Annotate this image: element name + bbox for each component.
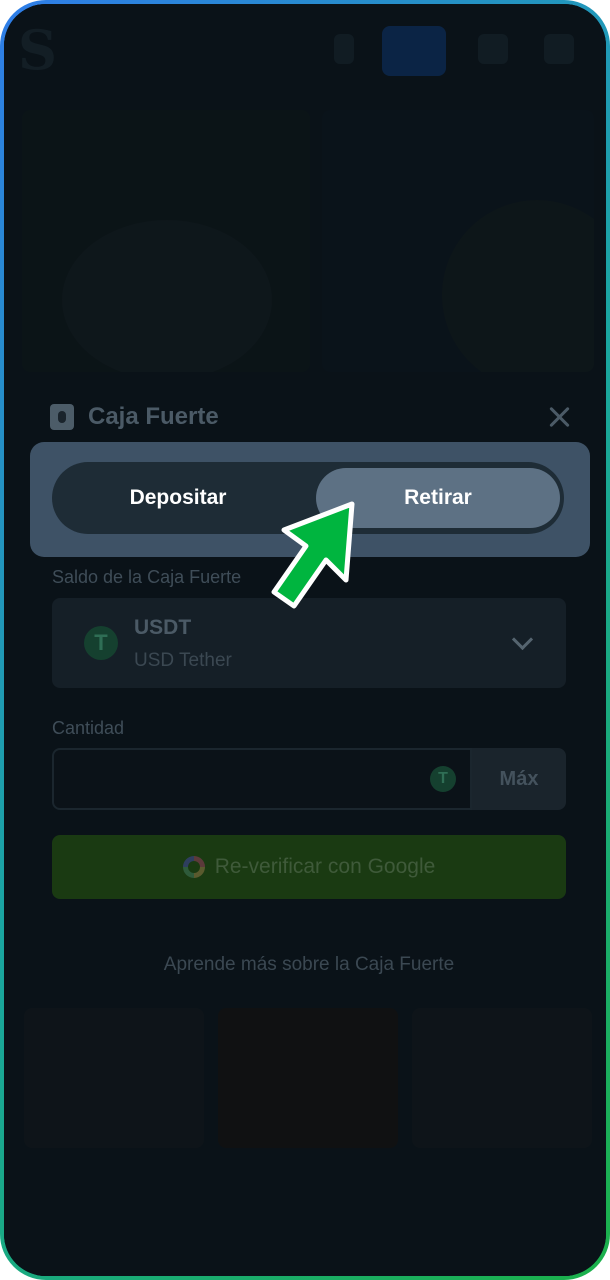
modal-title: Caja Fuerte [88,403,219,430]
tether-icon: T [84,626,118,660]
currency-name: USD Tether [134,650,232,671]
amount-input[interactable] [52,748,472,810]
vault-balance-label: Saldo de la Caja Fuerte [52,567,242,587]
modal-header: Caja Fuerte [50,400,219,434]
amount-row: T Máx [52,748,566,810]
max-button[interactable]: Máx [472,748,566,810]
tab-deposit[interactable]: Depositar [58,468,298,528]
tether-icon: T [430,766,456,792]
chevron-down-icon [511,628,534,651]
currency-code: USDT [134,616,192,639]
close-icon[interactable] [544,402,574,432]
screen: S Caja Fuerte Depositar Retirar Saldo de… [4,4,606,1276]
reverify-google-button[interactable]: Re-verificar con Google [52,835,566,899]
device-frame: S Caja Fuerte Depositar Retirar Saldo de… [0,0,610,1280]
vault-icon [50,404,74,430]
pointer-arrow-icon [271,501,355,609]
reverify-google-label: Re-verificar con Google [214,855,436,878]
google-icon [182,856,205,878]
amount-label: Cantidad [52,718,125,738]
learn-more-link[interactable]: Aprende más sobre la Caja Fuerte [4,954,606,976]
